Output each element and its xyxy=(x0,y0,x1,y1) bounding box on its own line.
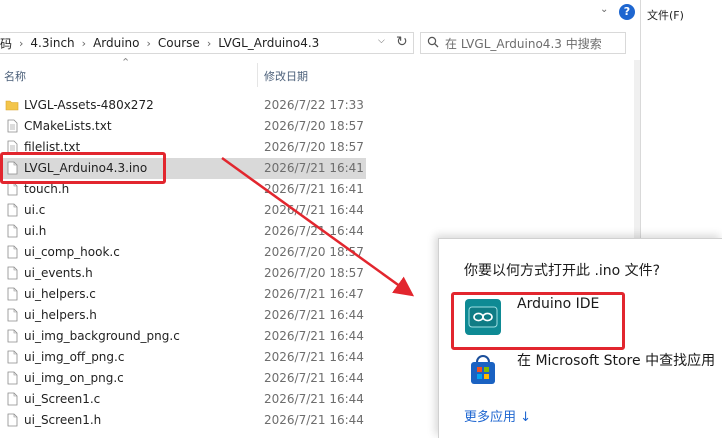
microsoft-store-icon xyxy=(465,353,501,389)
open-with-title: 你要以何方式打开此 .ino 文件? xyxy=(464,263,661,279)
app-label: 在 Microsoft Store 中查找应用 xyxy=(517,353,716,369)
highlight-box-arduino-ide xyxy=(451,292,625,350)
open-with-dialog: 你要以何方式打开此 .ino 文件? Arduino IDE 在 Microso… xyxy=(438,238,722,438)
app-option-microsoft-store[interactable]: 在 Microsoft Store 中查找应用 xyxy=(463,347,722,391)
more-apps-link[interactable]: 更多应用 ↓ xyxy=(464,406,531,425)
